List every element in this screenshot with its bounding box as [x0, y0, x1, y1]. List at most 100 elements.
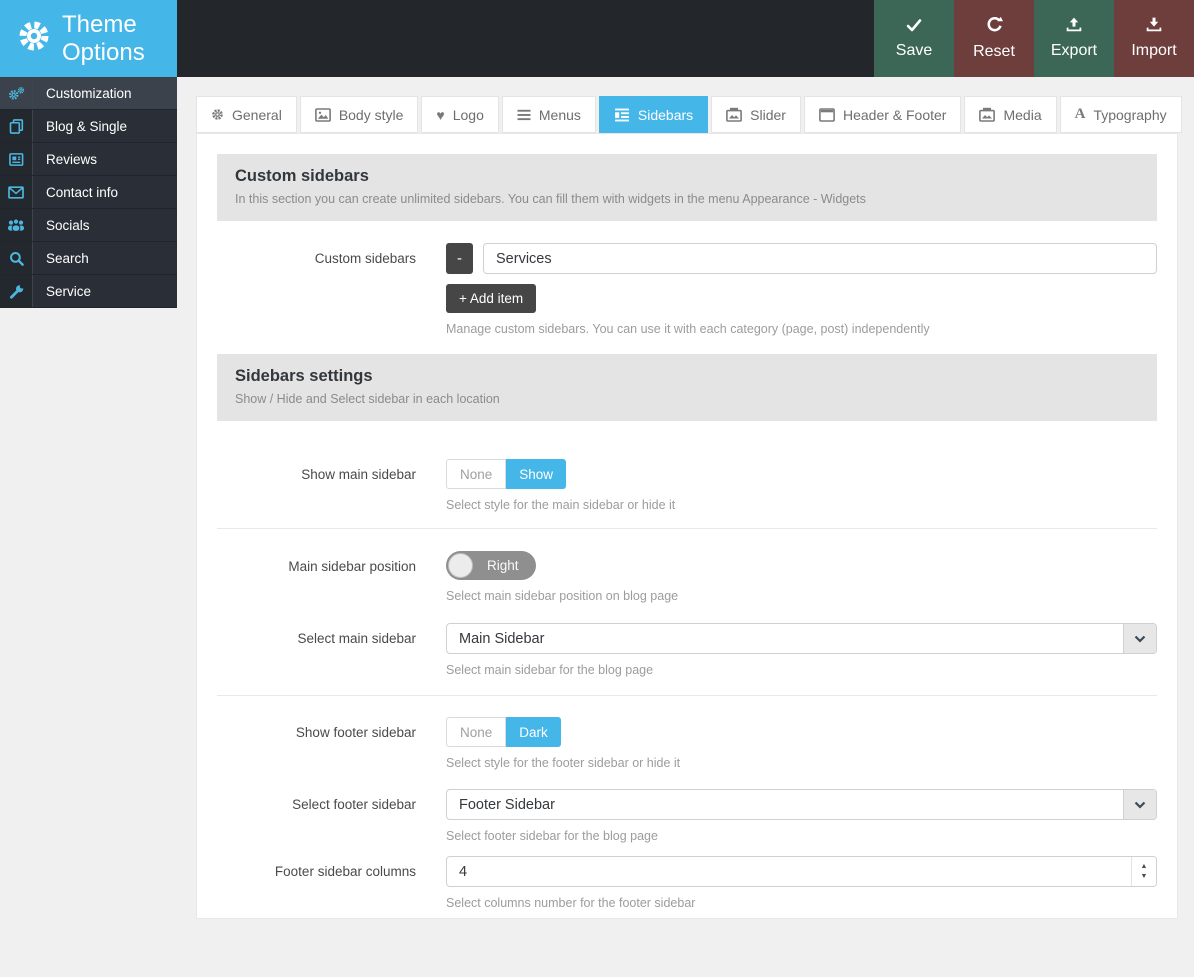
field-control: ▲ ▼ Select columns number for the footer… [446, 856, 1157, 910]
sidebar-item-blog-single[interactable]: Blog & Single [0, 110, 177, 143]
wrench-icon [0, 275, 33, 307]
field-label: Show main sidebar [217, 459, 416, 512]
sidebar-item-reviews[interactable]: Reviews [0, 143, 177, 176]
section-custom-sidebars: Custom sidebars In this section you can … [217, 154, 1157, 221]
slides-icon [979, 107, 995, 122]
field-help: Select footer sidebar for the blog page [446, 829, 1157, 843]
envelope-icon [0, 176, 33, 208]
gears-icon [0, 77, 33, 109]
tab-body-style[interactable]: Body style [300, 96, 419, 133]
gear-icon [16, 18, 52, 59]
field-label: Select main sidebar [217, 623, 416, 677]
window-icon [819, 108, 835, 122]
sidebar-item-search[interactable]: Search [0, 242, 177, 275]
toggle-label: Right [487, 558, 519, 573]
field-help: Select main sidebar position on blog pag… [446, 589, 1157, 603]
field-help: Manage custom sidebars. You can use it w… [446, 322, 1157, 336]
field-help: Select columns number for the footer sid… [446, 896, 1157, 910]
header-actions: Save Reset Export Import [874, 0, 1194, 77]
field-help: Select style for the main sidebar or hid… [446, 498, 1157, 512]
show-footer-sidebar-toggle-group: None Dark [446, 717, 561, 747]
field-help: Select main sidebar for the blog page [446, 663, 1157, 677]
tab-media[interactable]: Media [964, 96, 1056, 133]
main-sidebar-select[interactable]: Main Sidebar [446, 623, 1157, 654]
import-button[interactable]: Import [1114, 0, 1194, 77]
field-label: Select footer sidebar [217, 789, 416, 843]
section-subtitle: In this section you can create unlimited… [235, 192, 1139, 207]
field-label: Footer sidebar columns [217, 856, 416, 910]
spinner-down-icon[interactable]: ▼ [1141, 873, 1148, 880]
tab-sidebars[interactable]: Sidebars [599, 96, 708, 133]
spinner-up-icon[interactable]: ▲ [1141, 863, 1148, 870]
chevron-down-icon [1123, 790, 1156, 819]
gear-icon [211, 108, 224, 121]
footer-sidebar-select[interactable]: Footer Sidebar [446, 789, 1157, 820]
add-item-button[interactable]: + Add item [446, 284, 536, 313]
chevron-down-icon [1123, 624, 1156, 653]
field-control: Footer Sidebar Select footer sidebar for… [446, 789, 1157, 843]
field-row-show-main-sidebar: Show main sidebar None Show Select style… [217, 459, 1157, 512]
section-subtitle: Show / Hide and Select sidebar in each l… [235, 392, 1139, 407]
menu-icon [517, 109, 531, 121]
section-title: Sidebars settings [235, 366, 1139, 386]
save-button[interactable]: Save [874, 0, 954, 77]
sidebar-item-service[interactable]: Service [0, 275, 177, 308]
field-row-select-main-sidebar: Select main sidebar Main Sidebar Select … [217, 623, 1157, 677]
field-control: - + Add item Manage custom sidebars. You… [446, 243, 1157, 336]
image-icon [315, 108, 331, 122]
field-label: Custom sidebars [217, 243, 416, 336]
slides-icon [726, 107, 742, 122]
download-icon [1146, 17, 1162, 37]
refresh-icon [986, 16, 1003, 38]
show-main-sidebar-toggle-group: None Show [446, 459, 566, 489]
check-icon [906, 18, 922, 37]
field-row-select-footer-sidebar: Select footer sidebar Footer Sidebar Sel… [217, 789, 1157, 843]
field-control: None Show Select style for the main side… [446, 459, 1157, 512]
font-icon: A [1075, 108, 1086, 121]
remove-item-button[interactable]: - [446, 243, 473, 274]
theme-options-logo[interactable]: Theme Options [0, 0, 177, 77]
select-value: Footer Sidebar [459, 797, 555, 813]
tab-slider[interactable]: Slider [711, 96, 801, 133]
field-control: Main Sidebar Select main sidebar for the… [446, 623, 1157, 677]
toggle-knob [448, 553, 473, 578]
newspaper-icon [0, 143, 33, 175]
field-control: Right Select main sidebar position on bl… [446, 551, 1157, 603]
option-dark-button[interactable]: Dark [506, 717, 561, 747]
field-row-custom-sidebars: Custom sidebars - + Add item Manage cust… [217, 243, 1157, 336]
field-row-main-sidebar-position: Main sidebar position Right Select main … [217, 551, 1157, 603]
option-none-button[interactable]: None [446, 717, 506, 747]
export-button[interactable]: Export [1034, 0, 1114, 77]
reset-button[interactable]: Reset [954, 0, 1034, 77]
option-show-button[interactable]: Show [506, 459, 566, 489]
section-title: Custom sidebars [235, 166, 1139, 186]
magnifier-icon [0, 242, 33, 274]
sidebar-item-socials[interactable]: Socials [0, 209, 177, 242]
top-bar: Theme Options Save Reset Export [0, 0, 1194, 77]
indent-icon [614, 108, 630, 122]
divider [217, 528, 1157, 529]
heart-icon: ♥ [436, 107, 444, 123]
field-label: Main sidebar position [217, 551, 416, 603]
field-control: None Dark Select style for the footer si… [446, 717, 1157, 770]
tab-menus[interactable]: Menus [502, 96, 596, 133]
sidebars-settings-panel: Custom sidebars In this section you can … [196, 133, 1178, 919]
field-row-show-footer-sidebar: Show footer sidebar None Dark Select sty… [217, 717, 1157, 770]
field-row-footer-sidebar-columns: Footer sidebar columns ▲ ▼ Select column… [217, 856, 1157, 910]
sidebar-position-toggle[interactable]: Right [446, 551, 536, 580]
tab-header-footer[interactable]: Header & Footer [804, 96, 962, 133]
option-none-button[interactable]: None [446, 459, 506, 489]
tab-general[interactable]: General [196, 96, 297, 133]
divider [217, 695, 1157, 696]
tab-logo[interactable]: ♥ Logo [421, 96, 498, 133]
field-label: Show footer sidebar [217, 717, 416, 770]
users-icon [0, 209, 33, 241]
number-stepper[interactable]: ▲ ▼ [1131, 857, 1156, 886]
sidebar-name-input[interactable] [483, 243, 1157, 274]
sidebar-item-contact-info[interactable]: Contact info [0, 176, 177, 209]
footer-columns-input[interactable] [446, 856, 1157, 887]
sidebar-item-customization[interactable]: Customization [0, 77, 177, 110]
tab-typography[interactable]: A Typography [1060, 96, 1182, 133]
section-sidebars-settings: Sidebars settings Show / Hide and Select… [217, 354, 1157, 421]
sidebar-menu: Customization Blog & Single Reviews [0, 77, 177, 308]
